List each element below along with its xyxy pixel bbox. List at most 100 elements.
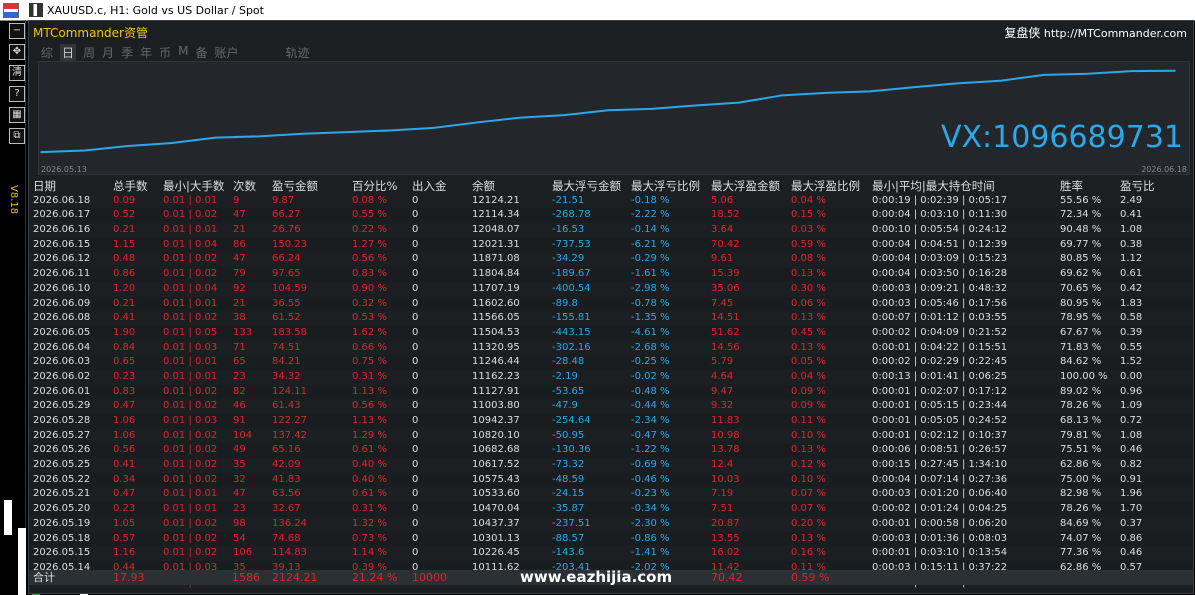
table-row[interactable]: 2026.06.05 1.90 0.01 | 0.05 133 183.58 1.62 %… — [29, 325, 1193, 341]
table-row[interactable]: 2026.05.28 1.06 0.01 | 0.03 91 122.27 1.13 % 0… — [29, 414, 1193, 429]
cell-pl-ratio: 1.83 — [1120, 297, 1143, 309]
settings-icon[interactable]: ▦ — [9, 107, 25, 123]
table-row[interactable]: 2026.05.27 1.06 0.01 | 0.02 104 137.42 1.29 %… — [29, 429, 1193, 444]
app-menu-icon[interactable] — [3, 2, 19, 18]
column-header-count[interactable]: 次数 — [233, 179, 256, 194]
cell-date: 2026.06.10 — [33, 282, 91, 294]
column-header-deposit[interactable]: 出入金 — [412, 179, 447, 194]
cell-pnl: 26.76 — [272, 224, 301, 236]
cell-pnl: 66.27 — [272, 209, 301, 221]
tab-8[interactable]: 备 — [195, 44, 207, 61]
tab-2[interactable]: 周 — [83, 44, 95, 61]
cell-max-float-profit: 13.55 — [711, 532, 740, 544]
cell-max-float-profit: 14.56 — [711, 341, 740, 353]
mtcommander-panel: MTCommander资管 复盘侠 http://MTCommander.com… — [28, 20, 1194, 594]
cell-max-float-loss-pct: -0.29 % — [631, 253, 670, 265]
cell-count: 71 — [233, 341, 246, 353]
cell-min-max-lots: 0.01 | 0.02 — [163, 532, 218, 544]
table-row[interactable]: 2026.06.01 0.83 0.01 | 0.02 82 124.11 1.13 % 0… — [29, 384, 1193, 400]
cell-total-lots: 0.21 — [113, 224, 136, 236]
table-row[interactable]: 2026.06.17 0.52 0.01 | 0.02 47 66.27 0.55 % 0 1… — [29, 208, 1193, 224]
cell-balance: 11162.23 — [472, 370, 520, 382]
cell-win-rate: 69.62 % — [1060, 268, 1102, 280]
cell-total-lots: 1.05 — [113, 517, 136, 529]
cell-win-rate: 75.51 % — [1060, 444, 1102, 456]
cell-min-max-lots: 0.01 | 0.02 — [163, 517, 218, 529]
tab-5[interactable]: 年 — [140, 44, 152, 61]
equity-point — [345, 131, 348, 133]
cell-min-max-lots: 0.01 | 0.04 — [163, 282, 218, 294]
table-row[interactable]: 2026.05.21 0.47 0.01 | 0.01 47 63.56 0.61 % 0 1… — [29, 487, 1193, 502]
column-header-balance[interactable]: 余额 — [472, 179, 495, 194]
cell-total-lots: 1.06 — [113, 429, 136, 441]
column-header-total-lots[interactable]: 总手数 — [113, 179, 148, 194]
tab-9[interactable]: 账户 — [214, 44, 238, 61]
table-row[interactable]: 2026.06.12 0.48 0.01 | 0.02 47 66.24 0.56 % 0 1… — [29, 252, 1193, 267]
cell-total-lots: 1.15 — [113, 238, 136, 250]
table-row[interactable]: 2026.05.25 0.41 0.01 | 0.02 35 42.09 0.40 % 0 1… — [29, 458, 1193, 473]
cell-max-float-profit: 10.98 — [711, 429, 740, 441]
site-url[interactable]: http://MTCommander.com — [1044, 27, 1187, 40]
cell-max-float-loss-pct: -2.98 % — [631, 282, 670, 294]
column-header-max-float-profit-pct[interactable]: 最大浮盈比例 — [791, 179, 860, 194]
tab-1[interactable]: 日 — [60, 44, 77, 61]
column-header-pl-ratio[interactable]: 盈亏比 — [1120, 179, 1155, 194]
table-row[interactable]: 2026.05.18 0.57 0.01 | 0.02 54 74.68 0.73 % 0 1… — [29, 531, 1193, 547]
cell-pnl: 150.23 — [272, 238, 307, 250]
tab-7[interactable]: M — [178, 44, 188, 61]
help-icon[interactable]: ? — [9, 86, 25, 102]
cell-max-float-loss-pct: -4.61 % — [631, 326, 670, 338]
clear-icon[interactable]: 清 — [9, 65, 25, 81]
table-row[interactable]: 2026.06.04 0.84 0.01 | 0.03 71 74.51 0.66 % 0 1… — [29, 341, 1193, 356]
table-row[interactable]: 2026.06.18 0.09 0.01 | 0.01 9 9.87 0.08 % 0 121… — [29, 194, 1193, 209]
column-header-hold-time[interactable]: 最小|平均|最大持仓时间 — [872, 179, 995, 194]
cell-win-rate: 100.00 % — [1060, 370, 1108, 382]
cell-hold-time: 0:00:04 | 0:07:14 | 0:27:36 — [872, 473, 1008, 485]
cell-max-float-loss-pct: -0.46 % — [631, 473, 670, 485]
cell-min-max-lots: 0.01 | 0.02 — [163, 400, 218, 412]
table-row[interactable]: 2026.06.10 1.20 0.01 | 0.04 92 104.59 0.90 % 0… — [29, 282, 1193, 297]
column-header-max-float-loss-pct[interactable]: 最大浮亏比例 — [631, 179, 700, 194]
table-row[interactable]: 2026.05.26 0.56 0.01 | 0.02 49 65.16 0.61 % 0 1… — [29, 443, 1193, 459]
equity-point — [1043, 74, 1045, 76]
table-row[interactable]: 2026.05.20 0.23 0.01 | 0.01 23 32.67 0.31 % 0 1… — [29, 502, 1193, 517]
column-header-date[interactable]: 日期 — [33, 179, 56, 194]
column-header-max-float-profit[interactable]: 最大浮盈金额 — [711, 179, 780, 194]
cell-win-rate: 71.83 % — [1060, 341, 1102, 353]
cell-pnl: 66.24 — [272, 253, 301, 265]
table-row[interactable]: 2026.05.19 1.05 0.01 | 0.02 98 136.24 1.32 % 0… — [29, 517, 1193, 532]
minus-icon[interactable]: − — [9, 23, 25, 39]
tab-4[interactable]: 季 — [121, 44, 133, 61]
cell-date: 2026.06.15 — [33, 238, 91, 250]
cell-max-float-loss: -143.6 — [552, 547, 585, 559]
cell-min-max-lots: 0.01 | 0.01 — [163, 488, 218, 500]
window-icon[interactable]: ⧉ — [9, 128, 25, 144]
table-row[interactable]: 2026.06.03 0.65 0.01 | 0.01 65 84.21 0.75 % 0 1… — [29, 355, 1193, 370]
column-header-min-max-lots[interactable]: 最小|大手数 — [163, 179, 224, 194]
site-link[interactable]: 复盘侠 http://MTCommander.com — [1004, 24, 1187, 41]
cell-max-float-loss: -47.9 — [552, 400, 578, 412]
tab-6[interactable]: 币 — [159, 44, 171, 61]
column-header-win-rate[interactable]: 胜率 — [1060, 179, 1083, 194]
table-row[interactable]: 2026.06.02 0.23 0.01 | 0.01 23 34.32 0.31 % 0 1… — [29, 370, 1193, 385]
table-row[interactable]: 2026.05.22 0.34 0.01 | 0.02 32 41.83 0.40 % 0 1… — [29, 472, 1193, 488]
move-icon[interactable]: ✥ — [9, 44, 25, 60]
table-row[interactable]: 2026.06.15 1.15 0.01 | 0.04 86 150.23 1.27 % 0… — [29, 237, 1193, 253]
column-header-max-float-loss[interactable]: 最大浮亏金额 — [552, 179, 621, 194]
cell-max-float-loss: -237.51 — [552, 517, 591, 529]
cell-max-float-profit: 3.64 — [711, 224, 734, 236]
column-header-pnl[interactable]: 盈亏金额 — [272, 179, 318, 194]
table-row[interactable]: 2026.05.15 1.16 0.01 | 0.02 106 114.83 1.14 %… — [29, 546, 1193, 561]
cell-deposit: 0 — [412, 488, 419, 500]
table-row[interactable]: 2026.05.29 0.47 0.01 | 0.02 46 61.43 0.56 % 0 1… — [29, 399, 1193, 414]
column-header-pct[interactable]: 百分比% — [352, 179, 397, 194]
table-row[interactable]: 2026.06.08 0.41 0.01 | 0.02 38 61.52 0.53 % 0 1… — [29, 311, 1193, 326]
tab-10[interactable]: 轨迹 — [286, 44, 310, 61]
table-row[interactable]: 2026.06.11 0.86 0.01 | 0.02 79 97.65 0.83 % 0 1… — [29, 267, 1193, 282]
table-row[interactable]: 2026.06.16 0.21 0.01 | 0.01 21 26.76 0.22 % 0 1… — [29, 223, 1193, 238]
cell-pct: 0.31 % — [352, 370, 387, 382]
table-row[interactable]: 2026.06.09 0.21 0.01 | 0.01 21 36.55 0.32 % 0 1… — [29, 296, 1193, 312]
tab-3[interactable]: 月 — [102, 44, 114, 61]
cell-hold-time: 0:00:10 | 0:05:54 | 0:24:12 — [872, 224, 1008, 236]
tab-0[interactable]: 综 — [41, 44, 53, 61]
